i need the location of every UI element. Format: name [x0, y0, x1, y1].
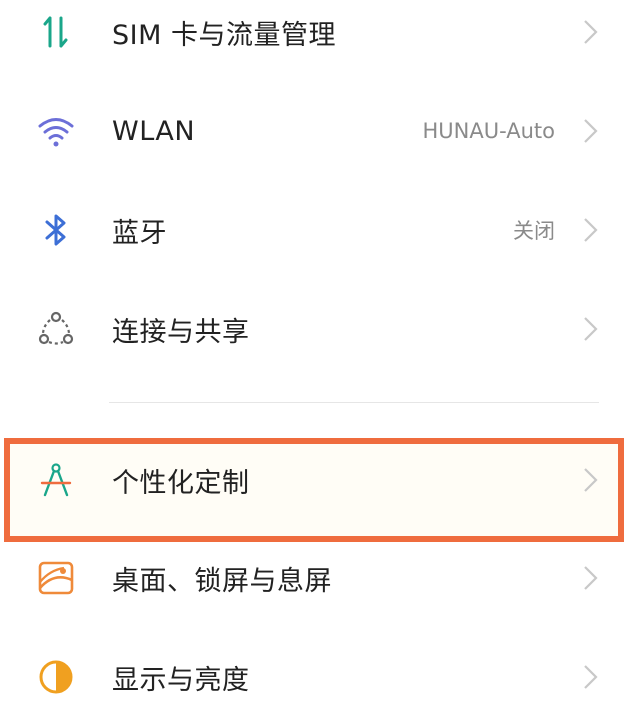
wallpaper-icon	[33, 555, 79, 601]
chevron-right-icon	[584, 566, 598, 590]
settings-item-display-brightness[interactable]: 显示与亮度	[0, 632, 631, 722]
sim-data-icon	[33, 9, 79, 55]
settings-item-wlan[interactable]: WLAN HUNAU-Auto	[0, 86, 631, 176]
settings-item-label: 显示与亮度	[112, 664, 250, 696]
chevron-right-icon	[584, 468, 598, 492]
connection-share-icon	[33, 306, 79, 352]
section-divider	[109, 402, 599, 403]
chevron-right-icon	[584, 665, 598, 689]
settings-item-label: 个性化定制	[112, 467, 250, 499]
settings-item-home-lock-screen[interactable]: 桌面、锁屏与息屏	[0, 533, 631, 623]
chevron-right-icon	[584, 317, 598, 341]
chevron-right-icon	[584, 20, 598, 44]
settings-item-label: 连接与共享	[112, 316, 250, 348]
bluetooth-status: 关闭	[513, 219, 555, 243]
personalization-compass-icon	[33, 457, 79, 503]
chevron-right-icon	[584, 119, 598, 143]
settings-item-personalization[interactable]: 个性化定制	[0, 435, 631, 525]
wlan-network-name: HUNAU-Auto	[422, 119, 555, 143]
settings-item-label: 桌面、锁屏与息屏	[112, 565, 332, 597]
display-brightness-icon	[33, 654, 79, 700]
settings-item-connection-sharing[interactable]: 连接与共享	[0, 284, 631, 374]
settings-item-label: 蓝牙	[112, 217, 167, 249]
bluetooth-icon	[33, 207, 79, 253]
chevron-right-icon	[584, 218, 598, 242]
settings-item-label: WLAN	[112, 115, 196, 147]
settings-item-sim[interactable]: SIM 卡与流量管理	[0, 0, 631, 77]
wifi-icon	[33, 108, 79, 154]
settings-item-bluetooth[interactable]: 蓝牙 关闭	[0, 185, 631, 275]
settings-item-label: SIM 卡与流量管理	[112, 19, 336, 51]
